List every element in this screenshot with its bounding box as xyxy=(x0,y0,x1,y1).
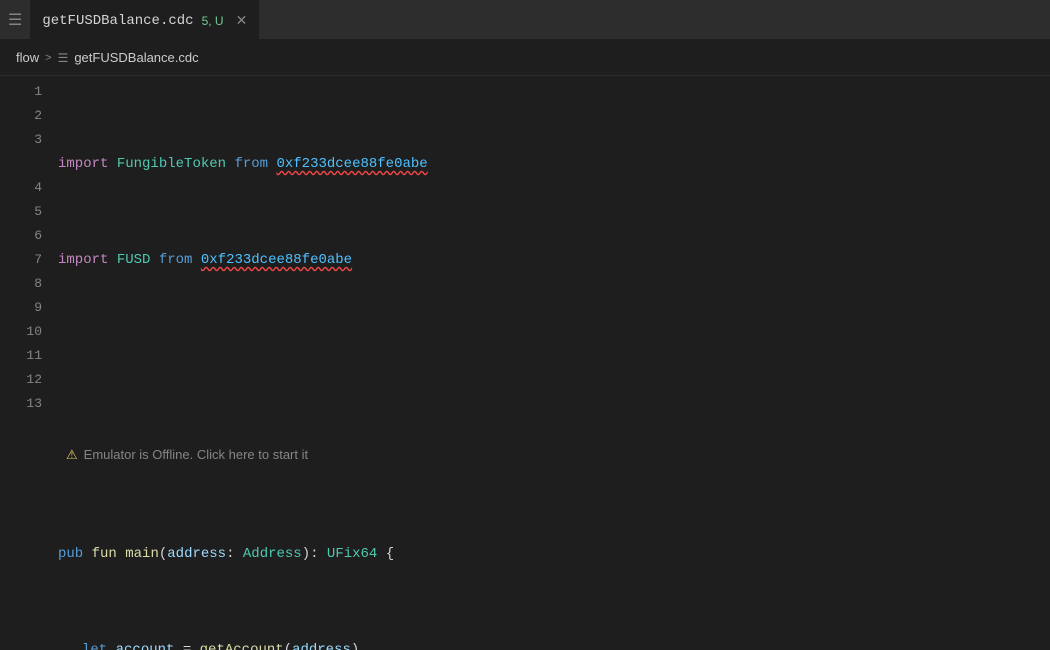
line-num-13: 13 xyxy=(8,392,42,416)
line-num-7: 7 xyxy=(8,248,42,272)
warning-message[interactable]: ⚠ Emulator is Offline. Click here to sta… xyxy=(58,440,1050,470)
line-num-2: 2 xyxy=(8,104,42,128)
type-fusd: FUSD xyxy=(117,248,151,272)
arg-address-1: address xyxy=(292,638,351,650)
keyword-let-1: let xyxy=(82,638,107,650)
tab-meta: 5, U xyxy=(202,14,224,28)
line-num-4 xyxy=(8,152,42,176)
tab-bar: ☰ getFUSDBalance.cdc 5, U ✕ xyxy=(0,0,1050,40)
open-brace-1: { xyxy=(386,542,394,566)
var-account: account xyxy=(116,638,175,650)
hamburger-menu-icon[interactable]: ☰ xyxy=(8,10,22,30)
line-num-10: 10 xyxy=(8,320,42,344)
code-line-4: pub fun main(address: Address): UFix64 { xyxy=(58,542,1050,566)
line-num-6: 6 xyxy=(8,224,42,248)
tab-filename: getFUSDBalance.cdc xyxy=(42,13,193,29)
type-ufix64: UFix64 xyxy=(327,542,377,566)
line-num-3: 3 xyxy=(8,128,42,152)
warning-text[interactable]: Emulator is Offline. Click here to start… xyxy=(84,443,308,467)
breadcrumb-file[interactable]: getFUSDBalance.cdc xyxy=(74,50,198,65)
type-fungible-token: FungibleToken xyxy=(117,152,226,176)
line-num-1: 1 xyxy=(8,80,42,104)
code-editor[interactable]: 1 2 3 4 5 6 7 8 9 10 11 12 13 import Fun… xyxy=(0,76,1050,650)
file-list-icon: ☰ xyxy=(58,51,69,65)
keyword-from-2: from xyxy=(159,248,193,272)
warning-icon: ⚠ xyxy=(66,443,78,467)
keyword-pub: pub xyxy=(58,542,83,566)
tab-close-button[interactable]: ✕ xyxy=(236,12,248,29)
keyword-import-1: import xyxy=(58,152,108,176)
fn-name-main: main xyxy=(125,542,159,566)
breadcrumb-separator-1: > xyxy=(45,52,51,64)
line-num-12: 12 xyxy=(8,368,42,392)
line-num-4b: 4 xyxy=(8,176,42,200)
breadcrumb-folder[interactable]: flow xyxy=(16,50,39,65)
line-numbers: 1 2 3 4 5 6 7 8 9 10 11 12 13 xyxy=(0,76,50,650)
code-line-2: import FUSD from 0xf233dcee88fe0abe xyxy=(58,248,1050,272)
fn-get-account: getAccount xyxy=(200,638,284,650)
keyword-from-1: from xyxy=(234,152,268,176)
code-line-3 xyxy=(58,344,1050,368)
code-line-1: import FungibleToken from 0xf233dcee88fe… xyxy=(58,152,1050,176)
param-address: address xyxy=(167,542,226,566)
breadcrumb: flow > ☰ getFUSDBalance.cdc xyxy=(0,40,1050,76)
keyword-fun: fun xyxy=(92,542,117,566)
code-content: import FungibleToken from 0xf233dcee88fe… xyxy=(50,76,1050,650)
address-literal-1: 0xf233dcee88fe0abe xyxy=(276,152,427,176)
keyword-import-2: import xyxy=(58,248,108,272)
line-num-5: 5 xyxy=(8,200,42,224)
type-address: Address xyxy=(243,542,302,566)
line-num-9: 9 xyxy=(8,296,42,320)
active-tab[interactable]: getFUSDBalance.cdc 5, U ✕ xyxy=(30,0,259,39)
address-literal-2: 0xf233dcee88fe0abe xyxy=(201,248,352,272)
line-num-8: 8 xyxy=(8,272,42,296)
code-line-5: let account = getAccount(address) xyxy=(58,638,1050,650)
line-num-11: 11 xyxy=(8,344,42,368)
